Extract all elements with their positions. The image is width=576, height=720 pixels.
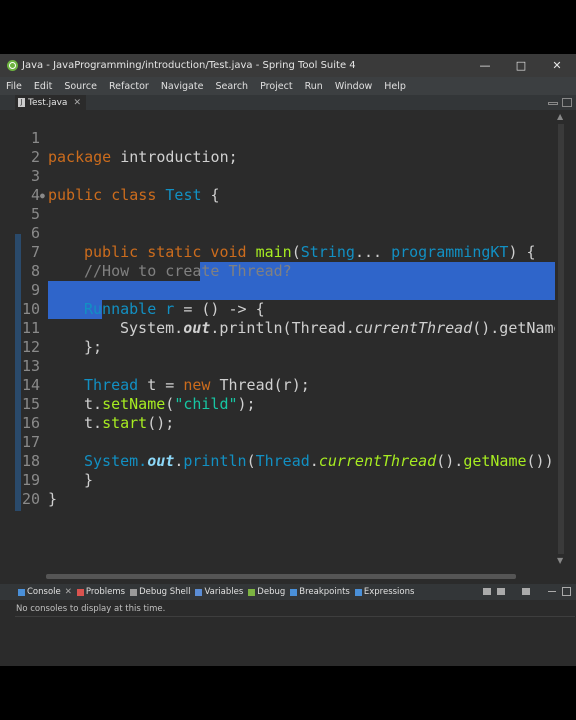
tab-label: Expressions xyxy=(363,587,415,597)
editor-tab-bar: J Test.java ✕ xyxy=(0,95,576,110)
menu-search[interactable]: Search xyxy=(215,81,248,92)
window-title: Java - JavaProgramming/introduction/Test… xyxy=(22,60,356,71)
code-line: 15 t.start(); xyxy=(0,376,555,432)
tab-label: Test.java xyxy=(28,97,68,108)
maximize-editor-icon[interactable] xyxy=(562,98,572,107)
menu-navigate[interactable]: Navigate xyxy=(161,81,204,92)
expressions-icon xyxy=(354,588,362,596)
menu-window[interactable]: Window xyxy=(335,81,372,92)
code-line: 5 ● public static void main(String... pr… xyxy=(0,186,555,261)
console-divider xyxy=(15,616,575,617)
breakpoints-icon xyxy=(290,588,298,596)
fold-marker-icon[interactable]: ● xyxy=(40,186,45,205)
problems-icon xyxy=(76,588,84,596)
code-line: 17 System.out.println(Thread.currentThre… xyxy=(0,414,555,470)
tab-label: Breakpoints xyxy=(299,587,350,597)
tab-label: Problems xyxy=(85,587,126,597)
scroll-up-icon[interactable]: ▲ xyxy=(557,112,563,121)
code-editor[interactable]: 1 package introduction; 2 3 public class… xyxy=(0,110,555,570)
tab-debug[interactable]: Debug xyxy=(248,587,285,597)
tab-breakpoints[interactable]: Breakpoints xyxy=(290,587,350,597)
menu-run[interactable]: Run xyxy=(305,81,323,92)
code-line: 8 xyxy=(0,243,555,280)
pin-console-icon[interactable] xyxy=(497,588,505,595)
vertical-scrollbar-thumb[interactable] xyxy=(558,124,564,554)
close-tab-icon[interactable]: ✕ xyxy=(65,587,72,597)
code-line: 6 xyxy=(0,205,555,242)
minimize-panel-icon[interactable] xyxy=(548,591,556,592)
code-line: 10 System.out.println(Thread.currentThre… xyxy=(0,281,555,337)
code-line: 14 t.setName("child"); xyxy=(0,357,555,413)
menu-project[interactable]: Project xyxy=(260,81,293,92)
console-empty-message: No consoles to display at this time. xyxy=(16,604,166,614)
tab-label: Debug Shell xyxy=(139,587,191,597)
menu-edit[interactable]: Edit xyxy=(34,81,52,92)
close-tab-icon[interactable]: ✕ xyxy=(73,98,81,108)
minimize-button[interactable]: — xyxy=(468,54,502,77)
code-line: 16 xyxy=(0,395,555,432)
menu-source[interactable]: Source xyxy=(64,81,97,92)
maximize-panel-icon[interactable] xyxy=(562,587,571,596)
code-line: 9 Runnable r = () -> { xyxy=(0,262,555,318)
console-tab-bar: Console ✕ Problems Debug Shell Variables … xyxy=(0,584,576,600)
code-line: 11 }; xyxy=(0,300,555,356)
tab-label: Console xyxy=(27,587,61,597)
tab-problems[interactable]: Problems xyxy=(76,587,126,597)
title-bar: Java - JavaProgramming/introduction/Test… xyxy=(0,54,576,77)
code-line: 13 Thread t = new Thread(r); xyxy=(0,338,555,394)
console-icon xyxy=(18,588,25,596)
tab-label: Variables xyxy=(204,587,244,597)
code-line: 4 xyxy=(0,167,555,204)
maximize-button[interactable]: □ xyxy=(504,54,538,77)
scroll-down-icon[interactable]: ▼ xyxy=(557,556,563,565)
open-console-icon[interactable] xyxy=(522,588,530,595)
tab-test-java[interactable]: J Test.java ✕ xyxy=(15,95,86,110)
debug-shell-icon xyxy=(130,588,138,596)
tab-label: Debug xyxy=(257,587,286,597)
display-console-icon[interactable] xyxy=(483,588,491,595)
menu-file[interactable]: File xyxy=(6,81,22,92)
code-line: 12 xyxy=(0,319,555,356)
spring-tool-suite-icon xyxy=(7,60,18,71)
code-line: 20 xyxy=(0,471,555,508)
minimize-editor-icon[interactable] xyxy=(548,102,558,105)
menu-help[interactable]: Help xyxy=(384,81,406,92)
code-line: 18 } xyxy=(0,433,555,489)
line-number: 20 xyxy=(21,490,40,508)
horizontal-scrollbar[interactable] xyxy=(46,574,516,579)
code-line: 2 xyxy=(0,129,555,166)
console-panel: Console ✕ Problems Debug Shell Variables … xyxy=(0,584,576,666)
variables-icon xyxy=(195,588,203,596)
close-button[interactable]: ✕ xyxy=(540,54,574,77)
menu-refactor[interactable]: Refactor xyxy=(109,81,149,92)
code-line: 7 //How to create Thread? xyxy=(0,224,555,280)
tab-variables[interactable]: Variables xyxy=(195,587,243,597)
code-line: 19 } xyxy=(0,452,555,508)
java-file-icon: J xyxy=(18,98,25,107)
tab-console[interactable]: Console ✕ xyxy=(18,587,72,597)
ide-window: Java - JavaProgramming/introduction/Test… xyxy=(0,54,576,666)
tab-expressions[interactable]: Expressions xyxy=(354,587,415,597)
tab-debug-shell[interactable]: Debug Shell xyxy=(130,587,190,597)
code-line: 1 package introduction; xyxy=(0,110,555,166)
debug-icon xyxy=(248,588,256,596)
code-line: 3 public class Test { xyxy=(0,148,555,204)
menu-bar: File Edit Source Refactor Navigate Searc… xyxy=(0,77,576,95)
